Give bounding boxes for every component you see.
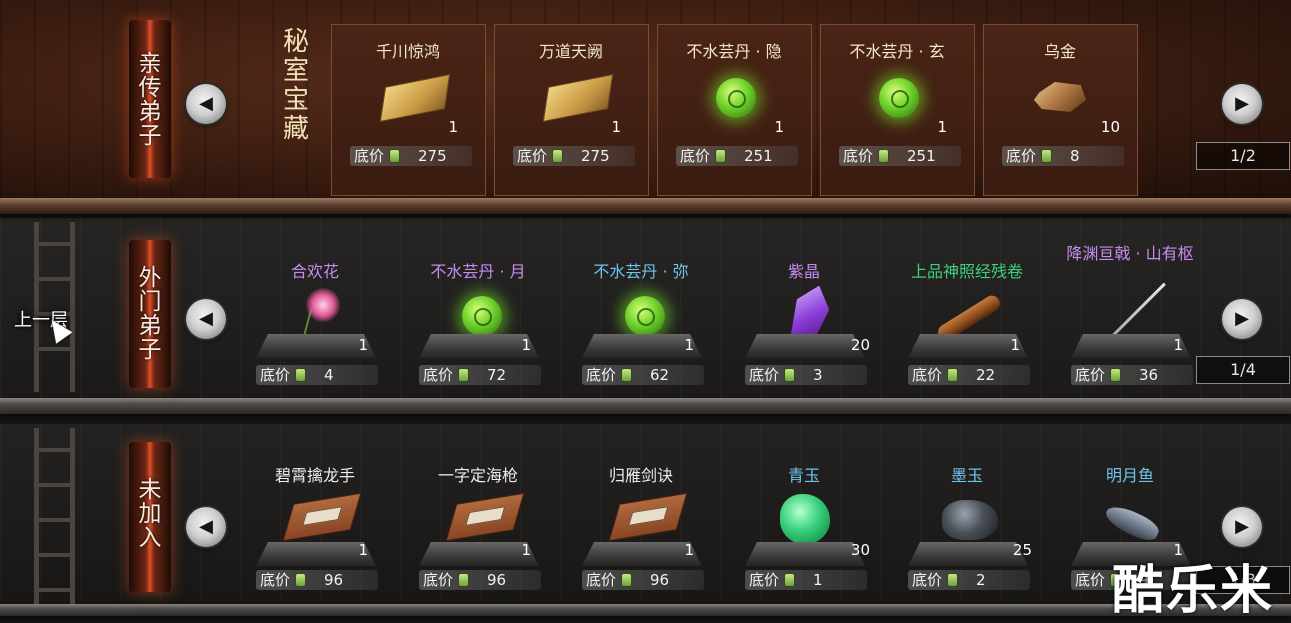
item-quantity: 1 — [937, 118, 947, 136]
row3-prev-arrow-icon[interactable]: ◀ — [186, 507, 226, 547]
item-price: 底价 275 — [513, 146, 635, 166]
item-quantity: 1 — [521, 541, 531, 559]
item-name: 明月鱼 — [1105, 466, 1154, 485]
item-quantity: 1 — [358, 541, 368, 559]
item-quantity: 25 — [1012, 541, 1032, 559]
flower-icon — [306, 288, 340, 322]
site-watermark: 酷乐米 — [1112, 561, 1275, 621]
item-quantity: 10 — [1100, 118, 1120, 136]
pill-icon — [462, 296, 502, 336]
item-price: 底价 22 — [908, 365, 1030, 385]
row1-prev-arrow-icon[interactable]: ◀ — [186, 84, 226, 124]
item-price: 底价 62 — [582, 365, 704, 385]
shelf-board — [0, 198, 1291, 214]
row2-prev-arrow-icon[interactable]: ◀ — [186, 299, 226, 339]
item-name: 紫晶 — [787, 262, 820, 281]
item-quantity: 1 — [358, 336, 368, 354]
row1-next-arrow-icon[interactable]: ▶ — [1222, 84, 1262, 124]
item-price: 底价 251 — [676, 146, 798, 166]
tab-outer-label: 外门弟子 — [138, 265, 162, 363]
coin-icon — [622, 574, 631, 586]
pill-icon — [879, 78, 919, 118]
item-name: 碧霄擒龙手 — [274, 466, 355, 485]
secret-treasure-title: 秘室宝藏 — [282, 27, 309, 144]
row1-page-indicator: 1/2 — [1196, 142, 1290, 170]
ink-jade-icon — [942, 500, 998, 540]
row2-next-arrow-icon[interactable]: ▶ — [1222, 299, 1262, 339]
item-price: 底价 275 — [350, 146, 472, 166]
item-price: 底价 72 — [419, 365, 541, 385]
item-quantity: 1 — [611, 118, 621, 136]
pill-icon — [625, 296, 665, 336]
item-name: 不水芸丹 · 玄 — [849, 42, 945, 61]
coin-icon — [459, 369, 468, 381]
coin-icon — [879, 150, 888, 162]
item-quantity: 30 — [850, 541, 870, 559]
row3-next-arrow-icon[interactable]: ▶ — [1222, 507, 1262, 547]
item-price: 底价 1 — [745, 570, 867, 590]
item-quantity: 20 — [850, 336, 870, 354]
item-price: 底价 96 — [582, 570, 704, 590]
item-name: 墨玉 — [950, 466, 983, 485]
item-quantity: 1 — [684, 336, 694, 354]
coin-icon — [785, 369, 794, 381]
item-name: 乌金 — [1043, 42, 1076, 61]
item-price: 底价 2 — [908, 570, 1030, 590]
item-name: 上品神照经残卷 — [910, 262, 1023, 281]
coin-icon — [948, 369, 957, 381]
item-price: 底价 96 — [419, 570, 541, 590]
item-name: 不水芸丹 · 弥 — [593, 262, 689, 281]
coin-icon — [296, 369, 305, 381]
coin-icon — [459, 574, 468, 586]
item-quantity: 1 — [521, 336, 531, 354]
item-name: 合欢花 — [290, 262, 339, 281]
item-quantity: 1 — [1010, 336, 1020, 354]
item-quantity: 1 — [774, 118, 784, 136]
item-name: 万道天阙 — [538, 42, 603, 61]
item-price: 底价 251 — [839, 146, 961, 166]
coin-icon — [390, 150, 399, 162]
coin-icon — [1042, 150, 1051, 162]
item-name: 一字定海枪 — [437, 466, 518, 485]
item-price: 底价 3 — [745, 365, 867, 385]
item-quantity: 1 — [684, 541, 694, 559]
item-price: 底价 96 — [256, 570, 378, 590]
coin-icon — [716, 150, 725, 162]
coin-icon — [622, 369, 631, 381]
ladder-decoration — [30, 428, 82, 604]
item-price: 底价 8 — [1002, 146, 1124, 166]
item-price: 底价 4 — [256, 365, 378, 385]
item-name: 千川惊鸿 — [375, 42, 440, 61]
item-quantity: 1 — [1173, 336, 1183, 354]
item-name: 青玉 — [787, 466, 820, 485]
coin-icon — [1111, 369, 1120, 381]
coin-icon — [296, 574, 305, 586]
jade-icon — [780, 494, 830, 544]
item-name: 归雁剑诀 — [608, 466, 673, 485]
coin-icon — [553, 150, 562, 162]
item-price: 底价 36 — [1071, 365, 1193, 385]
pill-icon — [716, 78, 756, 118]
item-name: 降渊亘戟 · 山有枢 — [1066, 244, 1194, 263]
shelf-board — [0, 398, 1291, 414]
shelf-board — [0, 604, 1291, 616]
tab-unjoined-label: 未加入 — [138, 477, 162, 551]
item-name: 不水芸丹 · 月 — [430, 262, 526, 281]
item-quantity: 1 — [448, 118, 458, 136]
row2-page-indicator: 1/4 — [1196, 356, 1290, 384]
item-name: 不水芸丹 · 隐 — [686, 42, 782, 61]
coin-icon — [948, 574, 957, 586]
tab-disciple-label: 亲传弟子 — [138, 51, 162, 149]
coin-icon — [785, 574, 794, 586]
